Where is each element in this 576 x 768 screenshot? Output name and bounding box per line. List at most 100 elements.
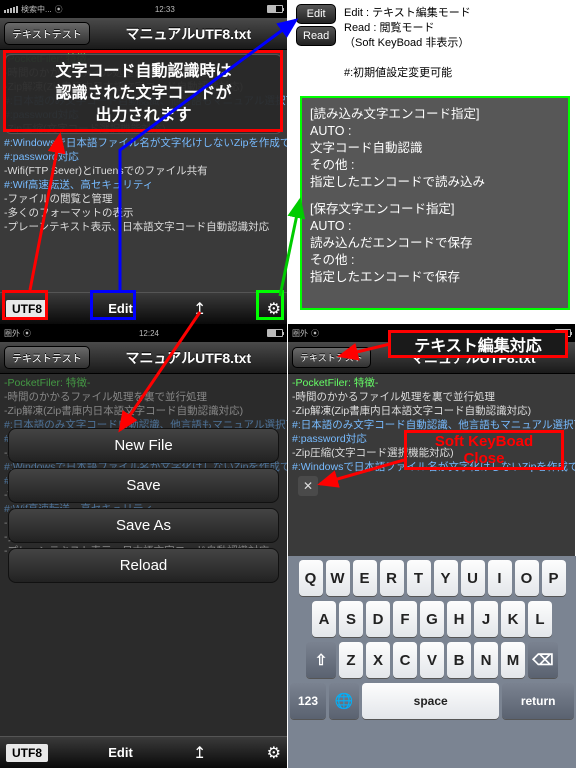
popup-line: 認識された文字コードが <box>12 83 275 105</box>
phone-top-left: 検索中...⦿ 12:33 テキストテスト マニュアルUTF8.txt -Poc… <box>0 0 287 324</box>
key-space[interactable]: space <box>362 683 499 719</box>
key-delete[interactable]: ⌫ <box>528 642 558 678</box>
battery-icon <box>267 329 283 337</box>
key-a[interactable]: A <box>312 601 336 637</box>
back-button[interactable]: テキストテスト <box>4 22 90 45</box>
key-h[interactable]: H <box>447 601 471 637</box>
keyboard: Q W E R T Y U I O P A S D F G H J K L ⇧ … <box>288 556 576 768</box>
key-g[interactable]: G <box>420 601 444 637</box>
key-e[interactable]: E <box>353 560 377 596</box>
doc-line: -時間のかかるファイル処理を裏で並行処理 <box>4 390 283 404</box>
key-shift[interactable]: ⇧ <box>306 642 336 678</box>
save-button[interactable]: Save <box>8 468 279 503</box>
key-q[interactable]: Q <box>299 560 323 596</box>
mode-button[interactable]: Edit <box>108 301 133 316</box>
doc-line: #:Wif高速転送、高セキュリティ <box>4 178 283 192</box>
wifi-icon: ⦿ <box>23 328 31 339</box>
status-time: 12:24 <box>139 329 159 338</box>
encoding-popup: 文字コード自動認識時は 認識された文字コードが 出力されます <box>5 54 282 134</box>
gear-icon[interactable]: ⚙ <box>267 743 281 763</box>
edit-button[interactable]: Edit <box>296 4 336 24</box>
key-j[interactable]: J <box>474 601 498 637</box>
toolbar: UTF8 Edit ↥ ⚙ <box>0 736 287 768</box>
kbd-row-2: A S D F G H J K L <box>290 601 574 637</box>
key-d[interactable]: D <box>366 601 390 637</box>
gb-line: 文字コード自動認識 <box>310 140 560 157</box>
key-123[interactable]: 123 <box>290 683 326 719</box>
text-content[interactable]: -PocketFiler: 特徴- -時間のかかるファイル処理を裏で並行処理 -… <box>0 50 287 292</box>
key-z[interactable]: Z <box>339 642 363 678</box>
new-file-button[interactable]: New File <box>8 428 279 463</box>
text-edit-label: テキスト編集対応 <box>388 330 568 358</box>
navbar: テキストテスト マニュアルUTF8.txt <box>0 342 287 374</box>
key-r[interactable]: R <box>380 560 404 596</box>
gb-line: [保存文字エンコード指定] <box>310 201 560 218</box>
gb-line: その他 : <box>310 157 560 174</box>
key-i[interactable]: I <box>488 560 512 596</box>
soft-close-text: Soft KeyBoad Close <box>435 433 533 467</box>
share-icon[interactable]: ↥ <box>193 299 206 319</box>
doc-line: -時間のかかるファイル処理を裏で並行処理 <box>292 390 571 404</box>
action-sheet: New File Save Save As Reload <box>8 428 279 583</box>
gear-icon[interactable]: ⚙ <box>267 299 281 319</box>
soft-keyboard-close-label: Soft KeyBoad Close <box>404 430 564 470</box>
key-t[interactable]: T <box>407 560 431 596</box>
doc-line: -Wifi(FTP Sever)とiTuensでのファイル共有 <box>4 164 283 178</box>
gb-line: 指定したエンコードで保存 <box>310 269 560 286</box>
kbd-row-3: ⇧ Z X C V B N M ⌫ <box>290 642 574 678</box>
gb-line: その他 : <box>310 252 560 269</box>
page-title: マニュアルUTF8.txt <box>94 24 283 44</box>
encoding-chip[interactable]: UTF8 <box>6 744 48 762</box>
key-u[interactable]: U <box>461 560 485 596</box>
status-text: 圏外 <box>4 328 20 339</box>
key-f[interactable]: F <box>393 601 417 637</box>
doc-line: -プレーンテキスト表示、日本語文字コード自動認識対応 <box>4 220 283 234</box>
save-as-button[interactable]: Save As <box>8 508 279 543</box>
wifi-icon: ⦿ <box>311 328 319 339</box>
gb-line <box>310 191 560 201</box>
mode-button[interactable]: Edit <box>108 745 133 760</box>
gb-line: 読み込んだエンコードで保存 <box>310 235 560 252</box>
key-b[interactable]: B <box>447 642 471 678</box>
gb-line: AUTO : <box>310 218 560 235</box>
annot-default: #:初期値設定変更可能 <box>344 66 452 81</box>
status-text: 検索中... <box>21 4 52 15</box>
phone-bottom-left: 圏外⦿ 12:24 テキストテスト マニュアルUTF8.txt -PocketF… <box>0 324 287 768</box>
key-l[interactable]: L <box>528 601 552 637</box>
doc-line: -ファイルの閲覧と管理 <box>4 192 283 206</box>
kbd-row-4: 123 🌐 space return <box>290 683 574 719</box>
share-icon[interactable]: ↥ <box>193 743 206 763</box>
keyboard-close-button[interactable]: ✕ <box>298 476 318 496</box>
key-p[interactable]: P <box>542 560 566 596</box>
reload-button[interactable]: Reload <box>8 548 279 583</box>
encoding-chip[interactable]: UTF8 <box>6 300 48 318</box>
status-time: 12:33 <box>155 5 175 14</box>
popup-line: 文字コード自動認識時は <box>12 61 275 83</box>
back-button[interactable]: テキストテスト <box>4 346 90 369</box>
key-s[interactable]: S <box>339 601 363 637</box>
key-w[interactable]: W <box>326 560 350 596</box>
key-return[interactable]: return <box>502 683 574 719</box>
back-button[interactable]: テキストテスト <box>292 347 371 368</box>
key-v[interactable]: V <box>420 642 444 678</box>
statusbar: 圏外⦿ 12:24 <box>0 324 287 342</box>
key-m[interactable]: M <box>501 642 525 678</box>
key-k[interactable]: K <box>501 601 525 637</box>
status-text: 圏外 <box>292 328 308 339</box>
doc-line: -PocketFiler: 特徴- <box>292 376 571 390</box>
doc-line: -Zip解凍(Zip書庫内日本語文字コード自動認識対応) <box>4 404 283 418</box>
key-globe[interactable]: 🌐 <box>329 683 359 719</box>
key-c[interactable]: C <box>393 642 417 678</box>
navbar: テキストテスト マニュアルUTF8.txt <box>0 18 287 50</box>
key-o[interactable]: O <box>515 560 539 596</box>
popup-line: 出力されます <box>12 105 275 127</box>
key-x[interactable]: X <box>366 642 390 678</box>
read-button[interactable]: Read <box>296 26 336 46</box>
gb-line: AUTO : <box>310 123 560 140</box>
annot-line: Read : 閲覧モード <box>344 21 471 36</box>
kbd-row-1: Q W E R T Y U I O P <box>290 560 574 596</box>
text-content-editable[interactable]: -PocketFiler: 特徴- -時間のかかるファイル処理を裏で並行処理 -… <box>288 374 575 566</box>
key-y[interactable]: Y <box>434 560 458 596</box>
battery-icon <box>267 5 283 13</box>
key-n[interactable]: N <box>474 642 498 678</box>
